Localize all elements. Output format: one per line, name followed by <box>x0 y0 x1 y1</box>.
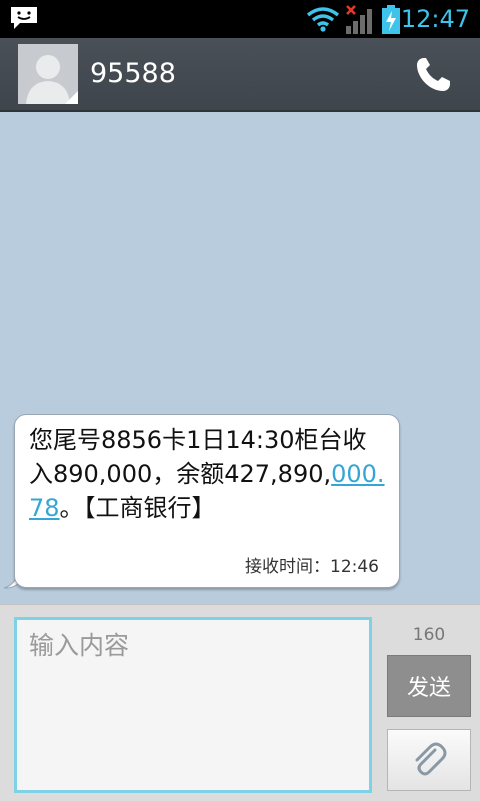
wifi-icon <box>306 7 340 32</box>
no-signal-icon <box>346 5 372 34</box>
message-input[interactable]: 输入内容 <box>14 617 372 793</box>
character-counter: 160 <box>412 625 446 645</box>
compose-area: 输入内容 160 发送 <box>0 604 480 801</box>
message-text-part2: 。【工商银行】 <box>59 494 216 522</box>
avatar-placeholder <box>18 44 78 104</box>
conversation-area[interactable]: 您尾号8856卡1日14:30柜台收入890,000，余额427,890,000… <box>0 112 480 604</box>
message-bubble[interactable]: 您尾号8856卡1日14:30柜台收入890,000，余额427,890,000… <box>14 414 400 588</box>
attach-button[interactable] <box>387 729 471 791</box>
message-received-time: 接收时间：12:46 <box>245 557 379 577</box>
message-text: 您尾号8856卡1日14:30柜台收入890,000，余额427,890,000… <box>29 423 389 525</box>
paperclip-icon <box>415 742 447 776</box>
phone-call-icon[interactable] <box>414 56 456 94</box>
contact-name: 95588 <box>90 58 176 89</box>
battery-charging-icon <box>382 5 400 34</box>
message-text-part1: 您尾号8856卡1日14:30柜台收入890,000，余额427,890, <box>29 426 367 488</box>
message-input-placeholder: 输入内容 <box>29 631 130 660</box>
avatar[interactable] <box>18 44 78 104</box>
status-bar: 12:47 <box>0 0 480 38</box>
message-notification-icon <box>11 7 37 29</box>
send-button[interactable]: 发送 <box>387 655 471 717</box>
status-time: 12:47 <box>400 5 470 33</box>
contact-header: 95588 <box>0 38 480 112</box>
